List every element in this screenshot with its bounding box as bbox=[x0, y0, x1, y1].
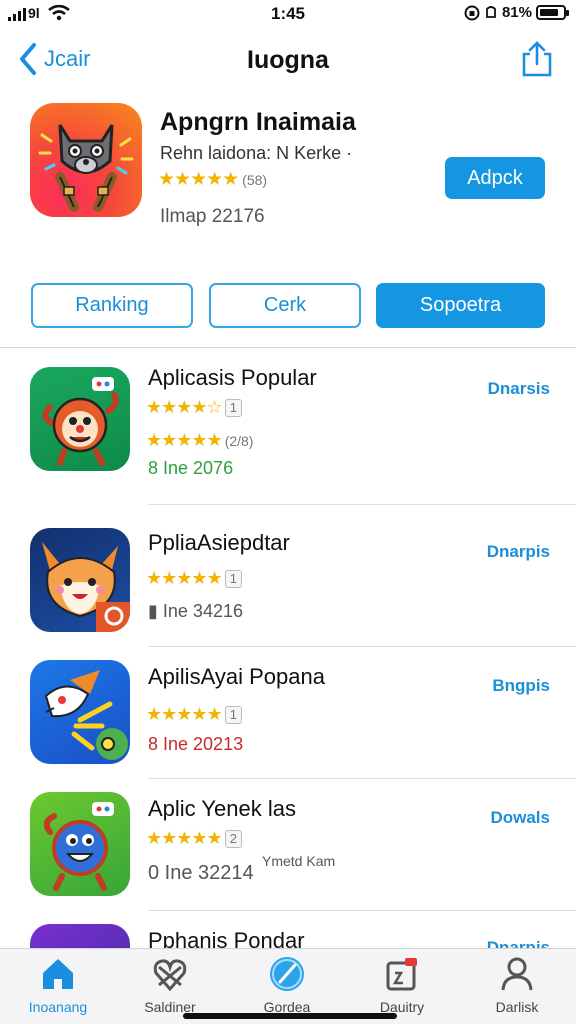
download-button[interactable]: Dnarpis bbox=[487, 542, 550, 562]
featured-app-meta: Ilmap 22176 bbox=[160, 206, 265, 227]
app-icon bbox=[30, 660, 130, 764]
status-bar: 9l 1:45 81% bbox=[0, 0, 576, 28]
calendar-icon bbox=[386, 958, 417, 991]
featured-app-rating: ★★★★★ (58) bbox=[158, 168, 267, 191]
app-rating-secondary: ★★★★★ (2/8) bbox=[146, 430, 253, 451]
blue-creature-icon bbox=[43, 802, 114, 891]
age-badge: 1 bbox=[224, 569, 242, 588]
home-icon bbox=[43, 959, 73, 989]
tab-sopoetra[interactable]: Sopoetra bbox=[376, 283, 545, 328]
app-name: Aplicasis Popular bbox=[148, 365, 317, 390]
tab-home[interactable]: Inoanang bbox=[8, 955, 108, 1015]
person-icon bbox=[501, 957, 533, 991]
app-rating: ★★★★★ 2 bbox=[146, 828, 242, 849]
tab-label: Inoanang bbox=[28, 999, 88, 1015]
tab-gordea[interactable]: Gordea bbox=[237, 955, 337, 1015]
app-meta: 0 Ine 32214 bbox=[148, 862, 254, 884]
star-rating-icon: ★★★★★ bbox=[158, 169, 239, 190]
home-indicator[interactable] bbox=[183, 1013, 397, 1019]
app-icon bbox=[30, 528, 130, 632]
row-divider bbox=[148, 778, 576, 779]
app-rating: ★★★★☆ 1 bbox=[146, 397, 242, 418]
app-name: Aplic Yenek las bbox=[148, 796, 296, 821]
app-name: PpliaAsiepdtar bbox=[148, 530, 290, 555]
share-icon[interactable] bbox=[520, 40, 554, 78]
row-divider bbox=[148, 646, 576, 647]
app-developer: Ymetd Kam bbox=[262, 853, 336, 869]
star-rating-icon: ★★★★★ bbox=[146, 828, 223, 848]
list-item[interactable]: Pphanis Pondar Dnarpis bbox=[0, 924, 576, 948]
wolf-mascot-icon bbox=[38, 124, 134, 212]
app-meta: 8 Ine 2076 bbox=[148, 458, 234, 478]
star-rating-icon: ★★★★☆ bbox=[146, 397, 223, 417]
battery-percent: 81% bbox=[501, 4, 532, 21]
bird-mascot-icon bbox=[44, 670, 128, 760]
clown-mascot-icon bbox=[42, 377, 119, 466]
rating-count: (58) bbox=[242, 171, 268, 188]
tab-dauitry[interactable]: Dauitry bbox=[352, 955, 452, 1015]
app-meta: ▮ Ine 34216 bbox=[148, 601, 243, 621]
app-icon bbox=[30, 792, 130, 896]
compass-icon bbox=[270, 957, 304, 991]
app-meta: 8 Ine 20213 bbox=[148, 734, 244, 754]
row-divider bbox=[148, 910, 576, 911]
star-rating-icon: ★★★★★ bbox=[146, 430, 223, 450]
app-name: Pphanis Pondar bbox=[148, 928, 305, 948]
alarm-icon bbox=[486, 5, 496, 18]
navigation-bar: Jcair Iuogna bbox=[0, 38, 576, 86]
tab-ranking[interactable]: Ranking bbox=[31, 283, 193, 328]
battery-icon bbox=[536, 5, 569, 20]
featured-app-icon[interactable] bbox=[30, 103, 142, 217]
orientation-lock-icon bbox=[464, 5, 480, 20]
get-app-button[interactable]: Adpck bbox=[445, 157, 545, 199]
heart-icon bbox=[153, 959, 187, 992]
download-button[interactable]: Dnarsis bbox=[488, 379, 550, 399]
age-badge: 1 bbox=[224, 705, 242, 724]
tab-label: Darlisk bbox=[495, 999, 539, 1015]
app-name: ApilisAyai Popana bbox=[148, 664, 325, 689]
age-badge: 2 bbox=[224, 829, 242, 848]
fox-mascot-icon bbox=[42, 542, 130, 632]
app-icon bbox=[30, 367, 130, 471]
featured-app-name: Apngrn Inaimaia bbox=[160, 108, 356, 136]
rating-count: (2/8) bbox=[224, 432, 254, 449]
tab-darlisk[interactable]: Darlisk bbox=[467, 955, 567, 1015]
section-divider bbox=[0, 347, 576, 348]
app-rating: ★★★★★ 1 bbox=[146, 704, 242, 725]
download-button[interactable]: Dowals bbox=[490, 808, 550, 828]
download-button[interactable]: Bngpis bbox=[492, 676, 550, 696]
row-divider bbox=[148, 504, 576, 505]
app-icon bbox=[30, 924, 130, 948]
page-title: Iuogna bbox=[247, 46, 329, 74]
star-rating-icon: ★★★★★ bbox=[146, 568, 223, 588]
featured-app-subtitle: Rehn laidona: N Kerke · bbox=[160, 143, 353, 163]
tab-cerk[interactable]: Cerk bbox=[209, 283, 361, 328]
tab-saldiner[interactable]: Saldiner bbox=[120, 955, 220, 1015]
download-button[interactable]: Dnarpis bbox=[487, 938, 550, 948]
age-badge: 1 bbox=[224, 398, 242, 417]
app-rating: ★★★★★ 1 bbox=[146, 568, 242, 589]
star-rating-icon: ★★★★★ bbox=[146, 704, 223, 724]
